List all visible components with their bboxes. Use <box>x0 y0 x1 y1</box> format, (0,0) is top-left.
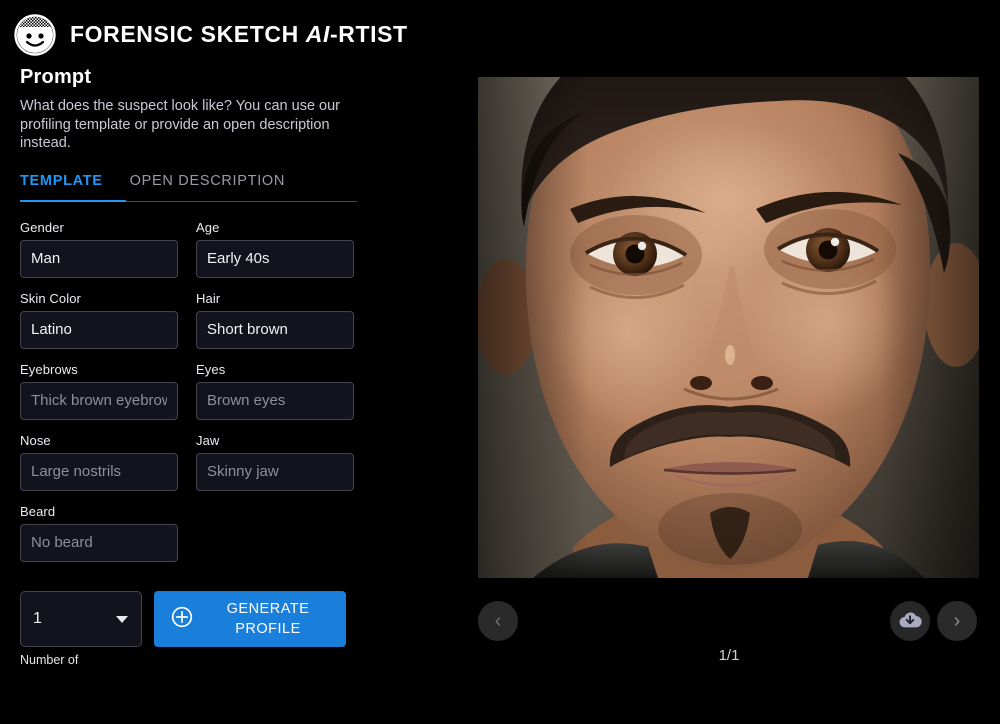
app-header: FORENSIC SKETCH AI-RTIST <box>0 0 1000 60</box>
gender-input[interactable] <box>20 239 178 278</box>
skin-color-input[interactable] <box>20 310 178 349</box>
form-row: Nose Jaw <box>20 433 450 491</box>
active-tab-indicator <box>20 199 126 202</box>
previous-image-button[interactable]: ‹ <box>478 601 518 641</box>
generate-row: 1234 Number of GENERATE PROFILE <box>20 590 450 667</box>
page-title: Prompt <box>20 66 92 88</box>
face-sketch-icon <box>14 13 56 56</box>
tab-template[interactable]: TEMPLATE <box>20 173 103 201</box>
field-label-age: Age <box>196 219 220 235</box>
tab-open-description[interactable]: OPEN DESCRIPTION <box>130 173 285 201</box>
prompt-description: What does the suspect look like? You can… <box>20 98 341 151</box>
tabs-divider <box>20 199 357 202</box>
profile-count-help: Number of <box>20 652 79 667</box>
field-label-eyes: Eyes <box>196 361 226 377</box>
eyebrows-input[interactable] <box>20 381 178 420</box>
jaw-input[interactable] <box>196 452 354 491</box>
app-root: FORENSIC SKETCH AI-RTIST Prompt What doe… <box>0 0 1000 724</box>
field-label-gender: Gender <box>20 219 64 235</box>
suspect-portrait[interactable] <box>478 77 979 578</box>
profile-form: Gender Age Skin Color Hair <box>20 220 450 667</box>
nose-input[interactable] <box>20 452 178 491</box>
next-image-button[interactable]: › <box>937 601 977 641</box>
viewer-controls: ‹ › 1/1 <box>478 601 980 664</box>
age-input[interactable] <box>196 239 354 278</box>
field-eyebrows: Eyebrows <box>20 362 178 420</box>
generate-profile-button[interactable]: GENERATE PROFILE <box>154 590 346 647</box>
field-eyes: Eyes <box>196 362 354 420</box>
prompt-tabs: TEMPLATE OPEN DESCRIPTION <box>20 173 357 201</box>
page-counter: 1/1 <box>718 647 740 664</box>
beard-input[interactable] <box>20 523 178 562</box>
field-label-jaw: Jaw <box>196 432 220 448</box>
field-label-eyebrows: Eyebrows <box>20 361 78 377</box>
field-age: Age <box>196 220 354 278</box>
chevron-left-icon: ‹ <box>494 610 502 632</box>
hair-input[interactable] <box>196 310 354 349</box>
app-title-main: FORENSIC SKETCH <box>70 21 306 47</box>
profile-count-wrapper: 1234 Number of <box>20 590 142 667</box>
field-label-beard: Beard <box>20 503 56 519</box>
result-panel: ‹ › 1/1 Freshly AI-generated <box>478 77 980 664</box>
field-label-hair: Hair <box>196 290 221 306</box>
form-row: Gender Age <box>20 220 450 278</box>
chevron-right-icon: › <box>953 610 961 632</box>
plus-circle-icon <box>171 606 193 631</box>
field-label-nose: Nose <box>20 432 51 448</box>
cloud-download-icon <box>898 609 922 633</box>
form-row: Eyebrows Eyes <box>20 362 450 420</box>
prompt-panel: Prompt What does the suspect look like? … <box>20 66 450 667</box>
app-title-accent: AI <box>305 21 330 47</box>
field-label-skin-color: Skin Color <box>20 290 81 306</box>
form-row: Beard <box>20 504 450 562</box>
app-title-tail: -RTIST <box>330 21 408 47</box>
profile-count-select[interactable]: 1234 <box>20 590 142 647</box>
form-row: Skin Color Hair <box>20 291 450 349</box>
generate-profile-label: GENERATE PROFILE <box>226 600 310 637</box>
field-beard: Beard <box>20 504 178 562</box>
download-image-button[interactable] <box>890 601 930 641</box>
field-skin-color: Skin Color <box>20 291 178 349</box>
app-title: FORENSIC SKETCH AI-RTIST <box>70 21 408 48</box>
field-hair: Hair <box>196 291 354 349</box>
field-nose: Nose <box>20 433 178 491</box>
eyes-input[interactable] <box>196 381 354 420</box>
field-gender: Gender <box>20 220 178 278</box>
field-jaw: Jaw <box>196 433 354 491</box>
